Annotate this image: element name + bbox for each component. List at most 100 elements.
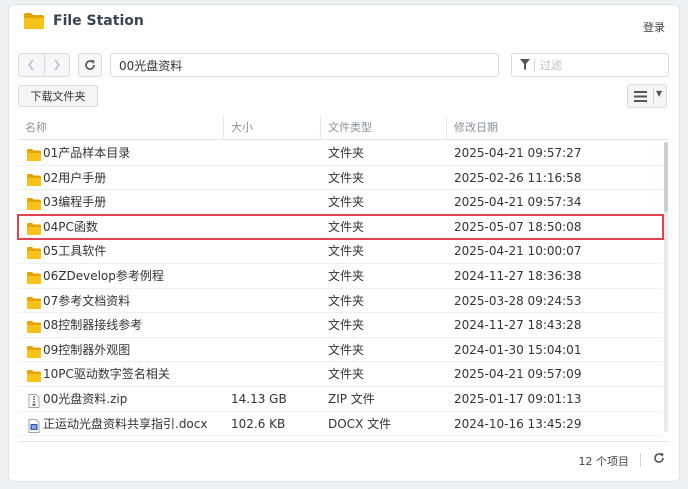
- name-cell: 04PC函数: [26, 215, 98, 239]
- vertical-scrollbar[interactable]: [664, 142, 668, 432]
- path-input[interactable]: [110, 53, 499, 77]
- name-cell: 09控制器外观图: [26, 338, 130, 362]
- folder-icon: [26, 294, 42, 309]
- file-row[interactable]: 01产品样本目录 文件夹 2025-04-21 09:57:27: [18, 141, 663, 166]
- folder-icon: [26, 367, 42, 383]
- file-modified: 2025-03-28 09:24:53: [454, 293, 582, 308]
- table-header: 名称 大小 文件类型 修改日期: [18, 116, 669, 140]
- file-row[interactable]: 03编程手册 文件夹 2025-04-21 09:57:34: [18, 190, 663, 215]
- file-row[interactable]: 10PC驱动数字签名相关 文件夹 2025-04-21 09:57:09: [18, 362, 663, 387]
- file-modified: 2025-01-17 09:01:13: [454, 391, 582, 406]
- file-type: DOCX 文件: [328, 416, 392, 431]
- nav-button-group: [18, 53, 70, 77]
- forward-button[interactable]: [43, 54, 70, 76]
- title-bar: File Station 登录: [9, 5, 679, 39]
- folder-icon: [24, 13, 44, 29]
- name-cell: 01产品样本目录: [26, 141, 130, 165]
- file-type: 文件夹: [328, 146, 365, 160]
- svg-text:W: W: [32, 425, 37, 431]
- file-row[interactable]: 05工具软件 文件夹 2025-04-21 10:00:07: [18, 239, 663, 264]
- folder-icon: [26, 195, 42, 211]
- view-mode-button[interactable]: ▼: [627, 84, 667, 108]
- file-modified: 2025-04-21 09:57:09: [454, 367, 582, 382]
- name-cell: 03编程手册: [26, 190, 106, 214]
- zip-file-icon: [26, 392, 42, 408]
- filter-box[interactable]: [511, 53, 669, 77]
- file-row[interactable]: 07参考文档资料 文件夹 2025-03-28 09:24:53: [18, 289, 663, 314]
- file-row[interactable]: 09控制器外观图 文件夹 2024-01-30 15:04:01: [18, 338, 663, 363]
- file-row[interactable]: 06ZDevelop参考例程 文件夹 2024-11-27 18:36:38: [18, 264, 663, 289]
- file-row[interactable]: 02用户手册 文件夹 2025-02-26 11:16:58: [18, 166, 663, 191]
- chevron-right-icon: [54, 59, 60, 71]
- name-cell: W 正运动光盘资料共享指引.docx: [26, 412, 207, 436]
- header-size[interactable]: 大小: [223, 116, 320, 140]
- file-name: 10PC驱动数字签名相关: [43, 367, 170, 382]
- file-modified: 2025-04-21 09:57:27: [454, 146, 582, 160]
- file-name: 07参考文档资料: [43, 293, 131, 308]
- filter-icon: [520, 59, 530, 70]
- folder-icon: [26, 171, 42, 186]
- file-station-window: File Station 登录 下载文件夹 ▼ 名: [8, 4, 680, 482]
- folder-icon: [26, 318, 42, 334]
- file-name: 正运动光盘资料共享指引.docx: [43, 416, 208, 431]
- folder-icon: [26, 244, 42, 260]
- login-link[interactable]: 登录: [643, 19, 665, 35]
- file-size: 14.13 GB: [231, 391, 287, 406]
- folder-icon: [26, 220, 42, 235]
- file-name: 05工具软件: [43, 244, 107, 259]
- refresh-icon: [85, 60, 95, 70]
- view-divider: [653, 88, 654, 104]
- filter-input[interactable]: [540, 55, 660, 75]
- file-name: 01产品样本目录: [43, 146, 131, 160]
- file-modified: 2024-01-30 15:04:01: [454, 342, 582, 357]
- file-modified: 2024-11-27 18:36:38: [454, 268, 582, 283]
- footer-divider: [640, 453, 641, 467]
- refresh-icon[interactable]: [653, 452, 665, 464]
- header-type[interactable]: 文件类型: [320, 116, 446, 140]
- back-button[interactable]: [19, 54, 44, 76]
- file-row[interactable]: W 正运动光盘资料共享指引.docx 102.6 KB DOCX 文件 2024-10-…: [18, 412, 663, 437]
- scrollbar-thumb[interactable]: [664, 142, 668, 212]
- refresh-button[interactable]: [78, 53, 102, 77]
- file-row[interactable]: 00光盘资料.zip 14.13 GB ZIP 文件 2025-01-17 09:01…: [18, 387, 663, 412]
- file-type: 文件夹: [328, 367, 365, 382]
- file-modified: 2025-04-21 10:00:07: [454, 244, 582, 259]
- file-name: 06ZDevelop参考例程: [43, 268, 164, 283]
- file-modified: 2025-04-21 09:57:34: [454, 195, 582, 210]
- file-modified: 2024-10-16 13:45:29: [454, 416, 582, 431]
- header-name[interactable]: 名称: [18, 116, 223, 140]
- file-type: 文件夹: [328, 318, 365, 333]
- file-size: 102.6 KB: [231, 416, 286, 431]
- file-type: 文件夹: [328, 219, 365, 234]
- file-modified: 2025-02-26 11:16:58: [454, 170, 582, 185]
- word-file-icon: W: [26, 417, 42, 433]
- name-cell: 05工具软件: [26, 239, 106, 263]
- file-row[interactable]: 08控制器接线参考 文件夹 2024-11-27 18:43:28: [18, 313, 663, 338]
- file-type: 文件夹: [328, 244, 365, 259]
- file-type: 文件夹: [328, 195, 365, 210]
- file-name: 03编程手册: [43, 195, 107, 210]
- file-type: ZIP 文件: [328, 391, 375, 406]
- file-modified: 2024-11-27 18:43:28: [454, 318, 582, 333]
- name-cell: 10PC驱动数字签名相关: [26, 362, 170, 386]
- file-list: 01产品样本目录 文件夹 2025-04-21 09:57:27 02用户手册 文件夹 2…: [17, 141, 664, 437]
- folder-icon: [26, 343, 42, 358]
- file-type: 文件夹: [328, 293, 365, 308]
- name-cell: 08控制器接线参考: [26, 313, 142, 337]
- name-cell: 02用户手册: [26, 166, 106, 190]
- file-name: 02用户手册: [43, 170, 107, 185]
- file-name: 09控制器外观图: [43, 342, 131, 357]
- chevron-down-icon[interactable]: ▼: [656, 89, 662, 98]
- filter-divider: [534, 59, 535, 72]
- file-name: 08控制器接线参考: [43, 318, 143, 333]
- download-folder-button[interactable]: 下载文件夹: [18, 85, 98, 107]
- header-modified[interactable]: 修改日期: [446, 116, 669, 140]
- item-count: 12 个项目: [578, 455, 630, 468]
- file-row[interactable]: 04PC函数 文件夹 2025-05-07 18:50:08: [17, 213, 664, 241]
- file-name: 00光盘资料.zip: [43, 391, 128, 406]
- file-name: 04PC函数: [43, 219, 98, 234]
- file-type: 文件夹: [328, 268, 365, 283]
- list-view-icon: [634, 91, 647, 102]
- file-type: 文件夹: [328, 170, 365, 185]
- name-cell: 07参考文档资料: [26, 289, 130, 313]
